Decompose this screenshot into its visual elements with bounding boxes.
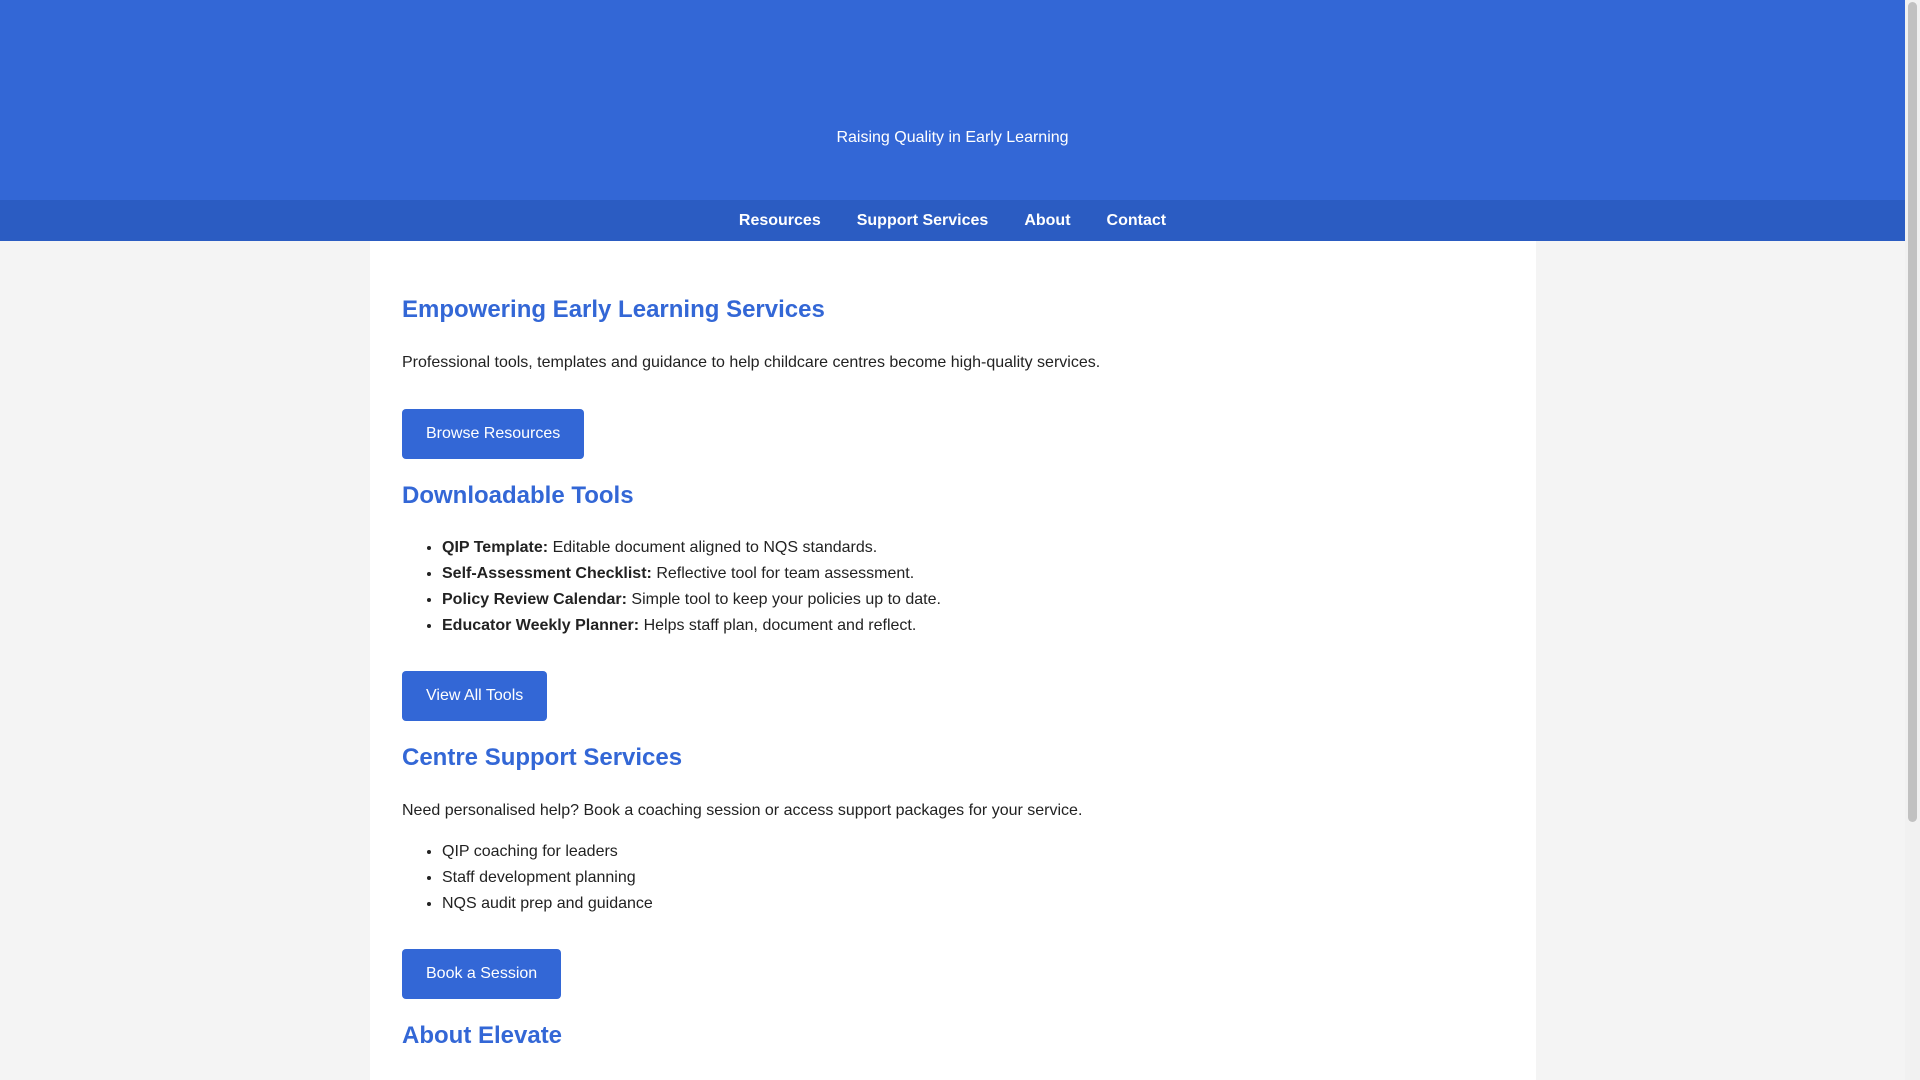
vertical-scrollbar[interactable] [1905, 0, 1920, 1080]
list-item: Educator Weekly Planner: Helps staff pla… [442, 616, 941, 636]
tool-title: Educator Weekly Planner: [442, 617, 640, 634]
tool-desc: Reflective tool for team assessment. [656, 565, 915, 582]
browse-resources-button[interactable]: Browse Resources [402, 409, 585, 459]
tool-desc: Editable document aligned to NQS standar… [552, 539, 878, 556]
site-tagline: Raising Quality in Early Learning [836, 129, 1069, 146]
list-item: QIP coaching for leaders [442, 842, 653, 862]
hero-header: Raising Quality in Early Learning [0, 0, 1905, 200]
list-item: Self-Assessment Checklist: Reflective to… [442, 564, 941, 584]
tool-desc: Simple tool to keep your policies up to … [631, 591, 941, 608]
tool-title: Self-Assessment Checklist: [442, 565, 652, 582]
nav-about[interactable]: About [1024, 212, 1070, 230]
list-item: Policy Review Calendar: Simple tool to k… [442, 590, 941, 610]
main-content: Empowering Early Learning Services Profe… [370, 241, 1536, 1080]
support-text: Need personalised help? Book a coaching … [402, 802, 1083, 819]
empowering-text: Professional tools, templates and guidan… [402, 354, 1101, 371]
list-item: QIP Template: Editable document aligned … [442, 538, 941, 558]
nav-resources[interactable]: Resources [739, 212, 821, 230]
list-item: Staff development planning [442, 868, 653, 888]
view-all-tools-button[interactable]: View All Tools [402, 671, 548, 721]
tool-title: QIP Template: [442, 539, 549, 556]
support-list: QIP coaching for leaders Staff developme… [402, 842, 653, 920]
tool-title: Policy Review Calendar: [442, 591, 627, 608]
about-heading: About Elevate [402, 1022, 563, 1049]
list-item: NQS audit prep and guidance [442, 894, 653, 914]
nav-support-services[interactable]: Support Services [857, 212, 989, 230]
support-heading: Centre Support Services [402, 744, 683, 771]
tools-list: QIP Template: Editable document aligned … [402, 538, 941, 642]
nav-contact[interactable]: Contact [1107, 212, 1167, 230]
scrollbar-thumb[interactable] [1908, 2, 1917, 822]
browser-viewport: Raising Quality in Early Learning Resour… [0, 0, 1920, 1080]
empowering-heading: Empowering Early Learning Services [402, 296, 825, 323]
tool-desc: Helps staff plan, document and reflect. [643, 617, 917, 634]
book-session-button[interactable]: Book a Session [402, 949, 562, 999]
main-nav: Resources Support Services About Contact [0, 200, 1905, 241]
page: Raising Quality in Early Learning Resour… [0, 0, 1905, 1080]
tools-heading: Downloadable Tools [402, 482, 634, 509]
